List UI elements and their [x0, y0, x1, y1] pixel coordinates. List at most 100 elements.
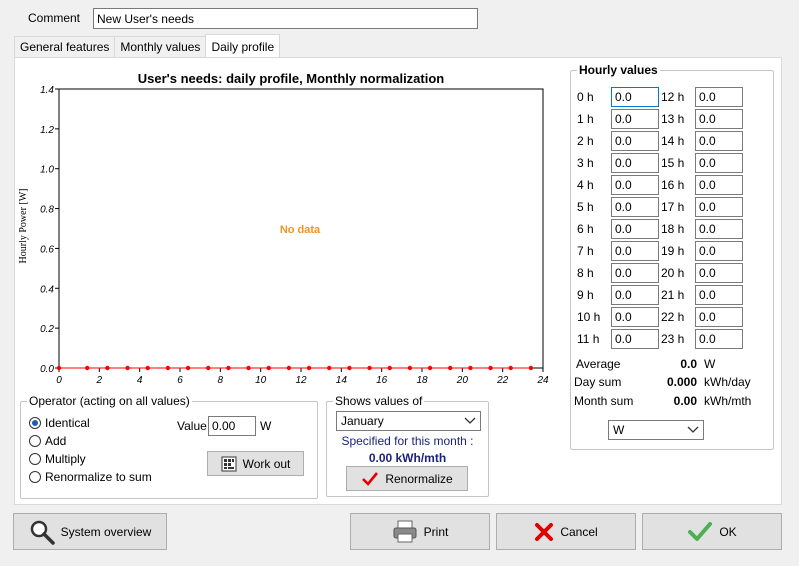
data-point — [488, 365, 493, 371]
radio-identical-button[interactable] — [29, 417, 41, 429]
y-tick-label: 0.8 — [40, 205, 54, 216]
x-tick-label: 18 — [416, 375, 428, 386]
renormalize-label: Renormalize — [385, 471, 453, 486]
ok-button[interactable]: OK — [642, 513, 782, 550]
x-tick-label: 6 — [177, 375, 183, 386]
data-point — [468, 365, 473, 371]
radio-add[interactable]: Add — [29, 434, 66, 448]
hourly-values-group: Hourly values 0 h 1 h 2 h 3 h 4 h 5 h 6 h 7 h 8 … — [570, 63, 774, 450]
hour-value-input[interactable] — [611, 153, 659, 173]
data-point — [528, 365, 534, 371]
x-tick-label: 20 — [456, 375, 469, 386]
hour-value-input[interactable] — [695, 175, 743, 195]
radio-multiply-button[interactable] — [29, 453, 41, 465]
day-sum-value: 0.000 — [666, 375, 697, 389]
radio-identical[interactable]: Identical — [29, 416, 90, 430]
tab-general-features[interactable]: General features — [14, 36, 116, 57]
hour-value-input[interactable] — [611, 87, 659, 107]
hour-value-input[interactable] — [695, 285, 743, 305]
specified-label: Specified for this month : — [341, 434, 474, 448]
data-point — [185, 365, 191, 371]
comment-label: Comment — [28, 11, 81, 25]
hour-value-input[interactable] — [611, 307, 659, 327]
hourly-values-title: Hourly values — [577, 63, 660, 77]
hour-value-input[interactable] — [611, 175, 659, 195]
system-overview-button[interactable]: System overview — [13, 513, 167, 550]
average-unit: W — [704, 357, 716, 371]
y-tick-label: 1.4 — [40, 85, 54, 96]
specified-value: 0.00 kWh/mth — [368, 451, 447, 465]
operator-group-title: Operator (acting on all values) — [27, 394, 192, 408]
cancel-button[interactable]: Cancel — [496, 513, 636, 550]
hour-value-input[interactable] — [695, 153, 743, 173]
hour-label: 20 h — [661, 266, 685, 280]
hour-value-input[interactable] — [695, 219, 743, 239]
x-axis: 0 2 4 6 8 10 12 14 16 18 20 22 24 — [56, 368, 549, 386]
print-button[interactable]: Print — [350, 513, 490, 550]
green-check-icon — [688, 521, 713, 541]
data-point — [407, 365, 413, 371]
hour-value-input[interactable] — [611, 241, 659, 261]
hour-value-input[interactable] — [695, 197, 743, 217]
data-point — [448, 365, 453, 371]
tab-daily-profile[interactable]: Daily profile — [205, 34, 281, 57]
data-point — [165, 365, 171, 371]
tab-monthly-values[interactable]: Monthly values — [114, 36, 207, 57]
unit-select-value: W — [613, 423, 625, 437]
ok-label: OK — [719, 524, 737, 539]
radio-add-label: Add — [45, 434, 67, 448]
month-select[interactable]: January — [336, 411, 481, 431]
work-out-button[interactable]: Work out — [207, 451, 304, 476]
chart-title: User's needs: daily profile, Monthly nor… — [138, 71, 445, 86]
hour-label: 13 h — [661, 112, 685, 126]
unit-select[interactable]: W — [608, 420, 704, 440]
hour-label: 12 h — [661, 90, 685, 104]
data-point — [347, 365, 352, 371]
red-x-icon — [535, 522, 554, 541]
radio-renormalize-button[interactable] — [29, 471, 41, 483]
hour-label: 22 h — [661, 310, 685, 324]
data-point — [306, 365, 312, 371]
hour-label: 17 h — [661, 200, 685, 214]
radio-add-button[interactable] — [29, 435, 41, 447]
hour-label: 5 h — [577, 200, 594, 214]
hour-value-input[interactable] — [695, 263, 743, 283]
hour-value-input[interactable] — [695, 131, 743, 151]
hour-value-input[interactable] — [611, 285, 659, 305]
hour-value-input[interactable] — [611, 197, 659, 217]
hour-value-input[interactable] — [695, 329, 743, 349]
data-point — [145, 365, 150, 371]
average-value: 0.0 — [680, 357, 697, 371]
data-point — [427, 365, 433, 371]
hour-label: 3 h — [577, 156, 594, 170]
month-select-value: January — [341, 414, 384, 428]
hour-value-input[interactable] — [611, 131, 659, 151]
renormalize-button[interactable]: Renormalize — [346, 466, 468, 491]
hour-value-input[interactable] — [611, 109, 659, 129]
hour-value-input[interactable] — [695, 241, 743, 261]
radio-renormalize-to-sum[interactable]: Renormalize to sum — [29, 470, 152, 484]
hour-value-input[interactable] — [611, 263, 659, 283]
y-tick-label: 1.0 — [40, 165, 54, 176]
chevron-down-icon — [687, 426, 699, 433]
hour-label: 10 h — [577, 310, 601, 324]
hour-value-input[interactable] — [695, 87, 743, 107]
hour-value-input[interactable] — [611, 329, 659, 349]
operator-group: Operator (acting on all values) Identica… — [20, 394, 318, 499]
radio-multiply[interactable]: Multiply — [29, 452, 86, 466]
hour-value-input[interactable] — [611, 219, 659, 239]
data-point — [508, 365, 513, 371]
hour-value-input[interactable] — [695, 109, 743, 129]
month-sum-value: 0.00 — [673, 394, 697, 408]
tab-bar: General features Monthly values Daily pr… — [14, 34, 281, 57]
value-input[interactable] — [208, 416, 256, 436]
value-label: Value — [177, 419, 207, 433]
comment-input[interactable] — [93, 8, 478, 29]
hour-label: 11 h — [577, 332, 600, 346]
x-tick-label: 14 — [336, 375, 348, 386]
data-point — [387, 365, 392, 371]
y-tick-label: 0.0 — [40, 364, 54, 375]
hour-value-input[interactable] — [695, 307, 743, 327]
x-tick-label: 22 — [496, 375, 509, 386]
x-tick-label: 16 — [376, 375, 388, 386]
